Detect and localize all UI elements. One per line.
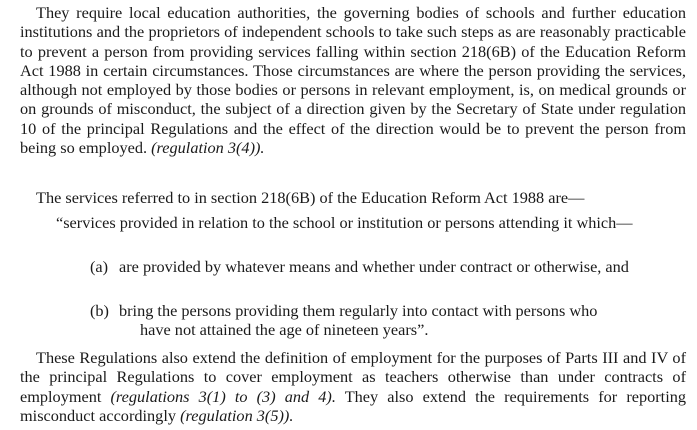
regulation-reference-2: (regulation 3(5)).	[180, 405, 294, 425]
quoted-definition-intro-text: “services provided in relation to the sc…	[56, 213, 633, 232]
regulation-reference: (regulation 3(4)).	[151, 138, 265, 158]
list-item-b-line-1: bring the persons providing them regular…	[119, 301, 598, 320]
list-item-b-line-2: have not attained the age of nineteen ye…	[140, 320, 429, 340]
list-item-marker-b: (b)	[90, 301, 109, 320]
list-item-a: are provided by whatever means and wheth…	[119, 257, 629, 276]
regulation-reference-1: (regulations 3(1) to (3) and 4).	[110, 386, 336, 406]
paragraph-directions-text: They require local education authorities…	[20, 3, 686, 158]
paragraph-employment-extension: These Regulations also extend the defini…	[20, 348, 686, 425]
paragraph-services-intro: The services referred to in section 218(…	[36, 188, 686, 207]
list-item-b: bring the persons providing them regular…	[119, 301, 686, 340]
document-page: They require local education authorities…	[0, 0, 697, 430]
paragraph-services-intro-text: The services referred to in section 218(…	[36, 188, 585, 207]
list-item-marker-a: (a)	[90, 257, 109, 276]
quoted-definition-intro: “services provided in relation to the sc…	[53, 213, 686, 232]
paragraph-directions: They require local education authorities…	[20, 3, 686, 157]
